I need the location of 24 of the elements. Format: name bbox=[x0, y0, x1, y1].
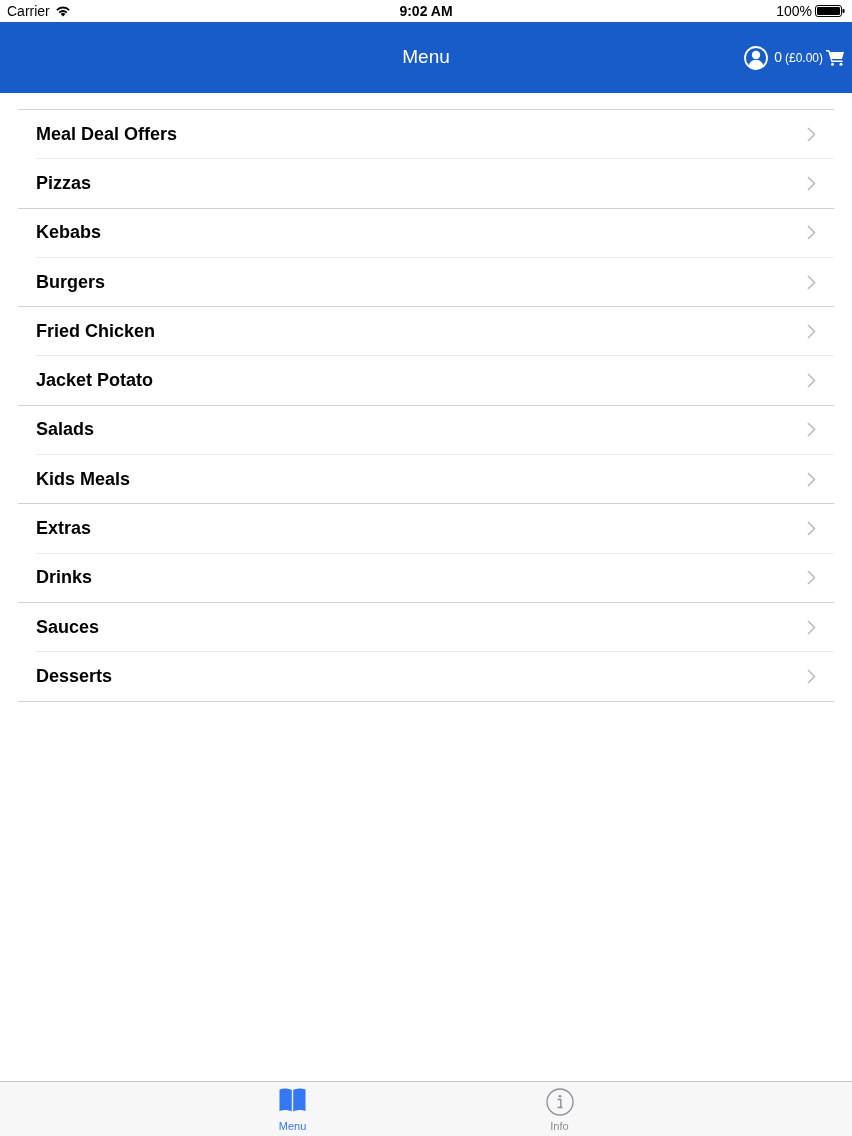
battery-icon bbox=[815, 5, 845, 17]
chevron-right-icon bbox=[807, 126, 816, 142]
user-icon[interactable] bbox=[744, 45, 769, 70]
cart-icon bbox=[826, 49, 844, 66]
chevron-right-icon bbox=[807, 274, 816, 290]
chevron-right-icon bbox=[807, 175, 816, 191]
chevron-right-icon bbox=[807, 373, 816, 389]
book-icon bbox=[279, 1088, 306, 1112]
chevron-right-icon bbox=[807, 570, 816, 586]
wifi-icon bbox=[54, 5, 71, 17]
chevron-right-icon bbox=[807, 471, 816, 487]
chevron-right-icon bbox=[807, 668, 816, 684]
cart-button[interactable]: 0 (£0.00) bbox=[773, 47, 845, 68]
chevron-right-icon bbox=[807, 521, 816, 536]
chevron-right-icon bbox=[807, 422, 816, 438]
info-icon bbox=[545, 1088, 574, 1116]
battery-percent-text: 100% bbox=[776, 1, 812, 21]
navigation-title: Menu bbox=[402, 45, 450, 70]
chevron-right-icon bbox=[807, 619, 816, 635]
clock-text: 9:02 AM bbox=[399, 1, 453, 21]
chevron-right-icon bbox=[807, 323, 816, 339]
chevron-right-icon bbox=[807, 225, 816, 241]
carrier-text: Carrier bbox=[7, 1, 50, 21]
tab-item[interactable]: Menu bbox=[240, 1088, 345, 1132]
